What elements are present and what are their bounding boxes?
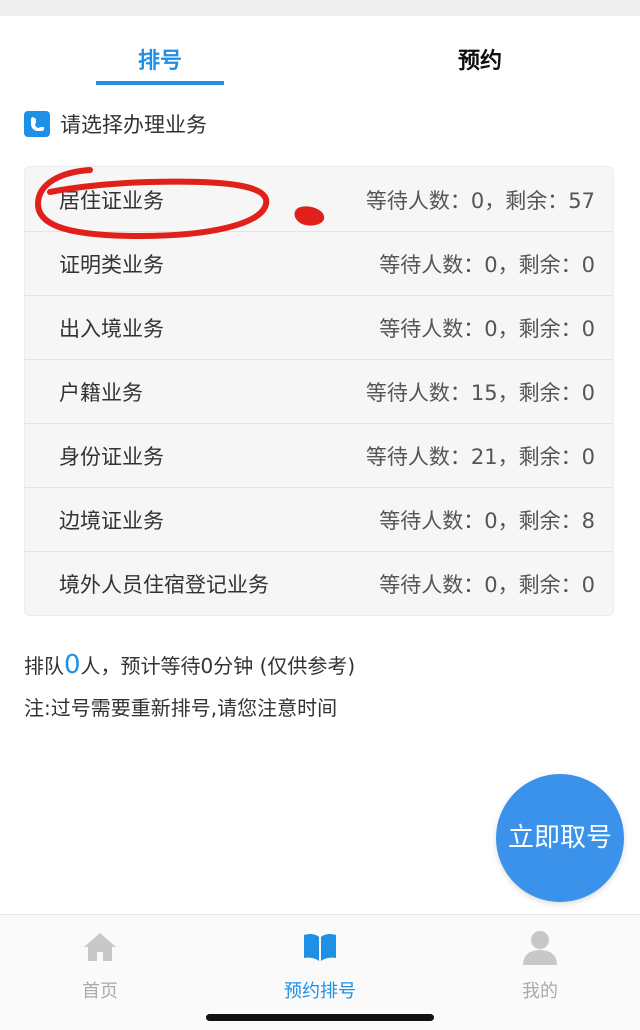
tab-appointment[interactable]: 预约 xyxy=(370,16,590,88)
bottom-navigation: 首页 预约排号 我的 xyxy=(0,914,640,1030)
service-name: 境外人员住宿登记业务 xyxy=(59,573,269,597)
service-name: 边境证业务 xyxy=(59,509,164,533)
take-number-button[interactable]: 立即取号 xyxy=(496,774,624,902)
tab-queue[interactable]: 排号 xyxy=(50,16,270,88)
queue-count: 0 xyxy=(64,650,81,680)
service-name: 户籍业务 xyxy=(59,381,143,405)
nav-booking-label: 预约排号 xyxy=(284,981,356,1002)
service-row-foreigner-lodging[interactable]: 境外人员住宿登记业务 等待人数：0，剩余：0 xyxy=(25,551,613,615)
service-name: 居住证业务 xyxy=(59,189,164,213)
service-name: 证明类业务 xyxy=(59,253,164,277)
service-status: 等待人数：0，剩余：57 xyxy=(365,189,595,213)
queue-prefix: 排队 xyxy=(24,654,64,678)
service-status: 等待人数：21，剩余：0 xyxy=(365,445,595,469)
service-status: 等待人数：0，剩余：0 xyxy=(379,253,595,277)
service-status: 等待人数：0，剩余：0 xyxy=(379,317,595,341)
status-strip xyxy=(0,0,640,16)
service-row-border-pass[interactable]: 边境证业务 等待人数：0，剩余：8 xyxy=(25,487,613,552)
service-name: 出入境业务 xyxy=(59,317,164,341)
nav-booking[interactable]: 预约排号 xyxy=(240,915,400,1015)
queue-summary: 排队0人，预计等待0分钟 (仅供参考) xyxy=(24,650,355,680)
note-text: 注:过号需要重新排号,请您注意时间 xyxy=(24,696,338,720)
user-icon xyxy=(523,931,557,965)
service-row-id-card[interactable]: 身份证业务 等待人数：21，剩余：0 xyxy=(25,423,613,488)
service-status: 等待人数：0，剩余：0 xyxy=(379,573,595,597)
home-indicator xyxy=(206,1014,434,1021)
nav-me-label: 我的 xyxy=(522,981,558,1002)
section-header: 请选择办理业务 xyxy=(24,108,207,140)
service-row-household[interactable]: 户籍业务 等待人数：15，剩余：0 xyxy=(25,359,613,424)
book-icon xyxy=(304,933,336,961)
tab-bar: 排号 预约 xyxy=(0,16,640,88)
queue-suffix: 人，预计等待0分钟 (仅供参考) xyxy=(80,654,356,678)
service-row-certificate[interactable]: 证明类业务 等待人数：0，剩余：0 xyxy=(25,231,613,296)
service-status: 等待人数：0，剩余：8 xyxy=(379,509,595,533)
nav-me[interactable]: 我的 xyxy=(460,915,620,1015)
service-status: 等待人数：15，剩余：0 xyxy=(365,381,595,405)
phone-icon xyxy=(24,111,50,137)
home-icon xyxy=(84,933,116,961)
active-tab-indicator xyxy=(96,81,224,85)
service-list: 居住证业务 等待人数：0，剩余：57 证明类业务 等待人数：0，剩余：0 出入境… xyxy=(24,166,614,616)
service-row-exit-entry[interactable]: 出入境业务 等待人数：0，剩余：0 xyxy=(25,295,613,360)
nav-home-label: 首页 xyxy=(82,981,118,1002)
nav-home[interactable]: 首页 xyxy=(20,915,180,1015)
section-title: 请选择办理业务 xyxy=(60,113,207,137)
service-name: 身份证业务 xyxy=(59,445,164,469)
service-row-residence[interactable]: 居住证业务 等待人数：0，剩余：57 xyxy=(25,167,613,232)
